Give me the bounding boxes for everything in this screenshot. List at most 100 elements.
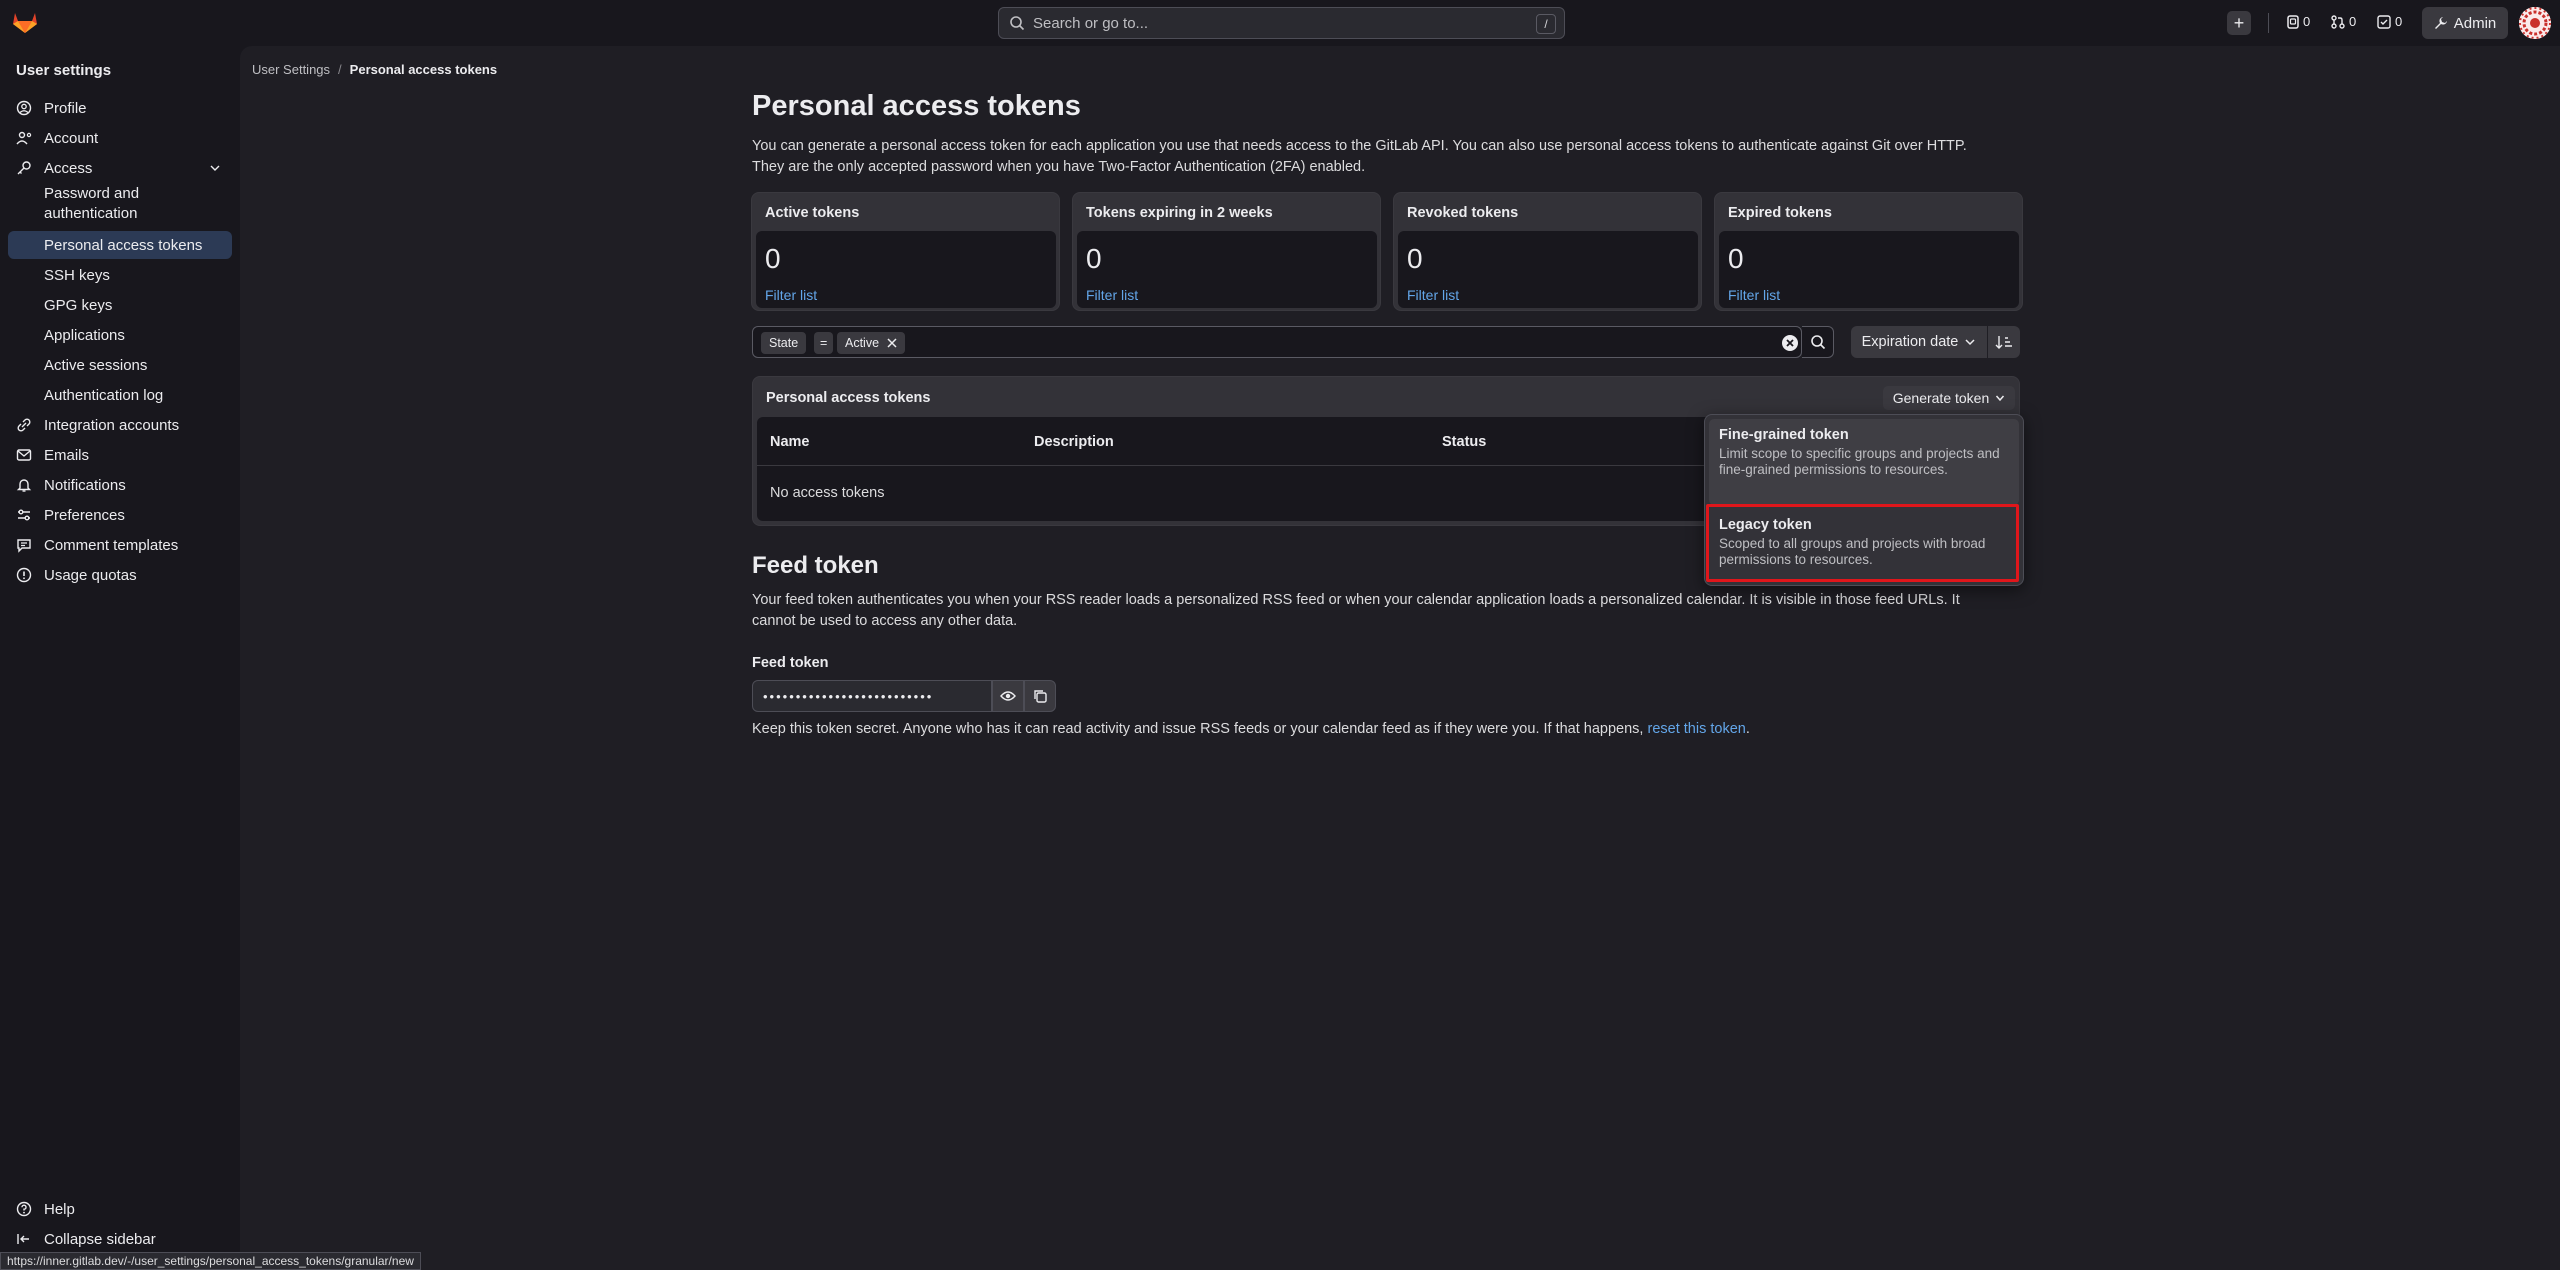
status-bar-url: https://inner.gitlab.dev/-/user_settings… — [0, 1252, 421, 1270]
stat-body: 0 Filter list — [1398, 231, 1698, 308]
sidebar-item-label: GPG keys — [44, 296, 113, 314]
sidebar-item-notifications[interactable]: Notifications — [8, 471, 232, 499]
create-new-button[interactable]: + — [2227, 11, 2251, 35]
stat-value: 0 — [1407, 243, 1423, 274]
reset-token-link[interactable]: reset this token — [1648, 721, 1746, 737]
sidebar-item-account[interactable]: Account — [8, 124, 232, 152]
filter-token-value[interactable]: Active — [837, 332, 906, 354]
sidebar-item-label: SSH keys — [44, 266, 110, 284]
sidebar-item-access[interactable]: Access — [8, 154, 232, 182]
breadcrumb: User Settings / Personal access tokens — [252, 62, 497, 77]
filter-list-link[interactable]: Filter list — [1728, 287, 1780, 303]
divider — [2268, 13, 2269, 33]
breadcrumb-root[interactable]: User Settings — [252, 62, 330, 77]
sort-dropdown[interactable]: Expiration date — [1851, 326, 1987, 358]
sidebar-item-gpg-keys[interactable]: GPG keys — [8, 291, 232, 319]
clear-filter-icon[interactable] — [1781, 334, 1799, 352]
stat-card-revoked: Revoked tokens 0 Filter list — [1393, 192, 1702, 311]
sidebar-item-label: Applications — [44, 326, 125, 344]
todos-counter[interactable]: 0 — [2377, 14, 2402, 29]
menu-item-description: Limit scope to specific groups and proje… — [1719, 446, 2000, 477]
table-title: Personal access tokens — [766, 390, 931, 406]
admin-label: Admin — [2453, 14, 2497, 32]
comment-icon — [17, 539, 31, 553]
search-icon — [1810, 335, 1825, 350]
intro-line-1: You can generate a personal access token… — [752, 138, 1967, 154]
feed-desc-line-1: Your feed token authenticates you when y… — [752, 592, 1960, 608]
generate-token-button[interactable]: Generate token — [1883, 386, 2015, 410]
sidebar-item-integration-accounts[interactable]: Integration accounts — [8, 411, 232, 439]
search-icon — [1010, 16, 1025, 31]
mr-count: 0 — [2349, 14, 2357, 29]
search-placeholder: Search or go to... — [1033, 14, 1149, 32]
sidebar-item-emails[interactable]: Emails — [8, 441, 232, 469]
menu-item-legacy-token[interactable]: Legacy token Scoped to all groups and pr… — [1709, 509, 2019, 579]
sidebar-item-label: Personal access tokens — [44, 236, 203, 254]
avatar-pattern-icon — [2519, 7, 2551, 39]
filter-search-input[interactable]: State = Active — [752, 326, 1802, 358]
breadcrumb-current[interactable]: Personal access tokens — [350, 62, 497, 77]
sidebar-item-ssh-keys[interactable]: SSH keys — [8, 261, 232, 289]
filter-search-button[interactable] — [1802, 326, 1834, 358]
sidebar: User settings Profile Account Access Pas… — [0, 46, 240, 1270]
menu-item-title: Legacy token — [1719, 517, 1812, 533]
sidebar-item-label: Usage quotas — [44, 566, 137, 584]
help-link[interactable]: Help — [8, 1195, 232, 1223]
stat-card-expiring: Tokens expiring in 2 weeks 0 Filter list — [1072, 192, 1381, 311]
filter-token-operator[interactable]: = — [814, 332, 834, 354]
sidebar-item-active-sessions[interactable]: Active sessions — [8, 351, 232, 379]
copy-token-button[interactable] — [1024, 680, 1056, 712]
column-header-description[interactable]: Description — [1034, 434, 1114, 450]
menu-item-fine-grained-token[interactable]: Fine-grained token Limit scope to specif… — [1709, 419, 2019, 505]
sidebar-item-label: Integration accounts — [44, 416, 180, 434]
reveal-token-button[interactable] — [992, 680, 1024, 712]
wrench-icon — [2434, 17, 2447, 29]
empty-state-text: No access tokens — [770, 485, 885, 501]
sidebar-item-label: Access — [44, 159, 93, 177]
page-title: Personal access tokens — [752, 90, 1081, 122]
gitlab-logo-icon[interactable] — [12, 10, 38, 34]
copy-icon — [1034, 690, 1047, 703]
generate-token-label: Generate token — [1892, 390, 1990, 406]
stat-body: 0 Filter list — [1077, 231, 1377, 308]
filter-list-link[interactable]: Filter list — [1086, 287, 1138, 303]
admin-button[interactable]: Admin — [2422, 7, 2508, 39]
sidebar-item-label: Preferences — [44, 506, 125, 524]
remove-token-icon[interactable] — [887, 338, 897, 348]
stat-value: 0 — [765, 243, 781, 274]
issues-counter[interactable]: 0 — [2287, 14, 2310, 29]
sidebar-item-authentication-log[interactable]: Authentication log — [8, 381, 232, 409]
avatar[interactable] — [2519, 7, 2551, 39]
sidebar-item-password-authentication[interactable]: Password and authentication — [8, 182, 232, 226]
sidebar-item-preferences[interactable]: Preferences — [8, 501, 232, 529]
filter-list-link[interactable]: Filter list — [1407, 287, 1459, 303]
filter-list-link[interactable]: Filter list — [765, 287, 817, 303]
sidebar-item-personal-access-tokens[interactable]: Personal access tokens — [8, 231, 232, 259]
feed-help-text: Keep this token secret. Anyone who has i… — [752, 721, 1648, 737]
column-header-name[interactable]: Name — [770, 434, 810, 450]
eye-icon — [1000, 691, 1016, 701]
search-input[interactable]: Search or go to... / — [998, 7, 1565, 39]
chevron-down-icon[interactable] — [208, 161, 222, 175]
sidebar-item-label: Emails — [44, 446, 90, 464]
sidebar-item-usage-quotas[interactable]: Usage quotas — [8, 561, 232, 589]
collapse-sidebar-button[interactable]: Collapse sidebar — [8, 1225, 232, 1253]
bell-icon — [16, 479, 32, 492]
feed-desc-line-2: cannot be used to access any other data. — [752, 613, 1018, 629]
integration-icon — [17, 418, 31, 432]
main-content: User Settings / Personal access tokens Per… — [240, 46, 2560, 1270]
feed-token-field[interactable]: •••••••••••••••••••••••••• — [752, 680, 992, 712]
sidebar-item-profile[interactable]: Profile — [8, 94, 232, 122]
sort-direction-button[interactable] — [1988, 326, 2020, 358]
stat-body: 0 Filter list — [1719, 231, 2019, 308]
profile-icon — [16, 100, 32, 116]
sidebar-item-label: Password and authentication — [44, 185, 140, 222]
sidebar-item-comment-templates[interactable]: Comment templates — [8, 531, 232, 559]
sidebar-item-label: Notifications — [44, 476, 126, 494]
stat-card-active: Active tokens 0 Filter list — [751, 192, 1060, 311]
merge-requests-counter[interactable]: 0 — [2331, 14, 2356, 29]
sidebar-item-applications[interactable]: Applications — [8, 321, 232, 349]
filter-token-field[interactable]: State — [761, 332, 807, 354]
filter-value-label: Active — [845, 336, 880, 350]
column-header-status[interactable]: Status — [1442, 434, 1486, 450]
